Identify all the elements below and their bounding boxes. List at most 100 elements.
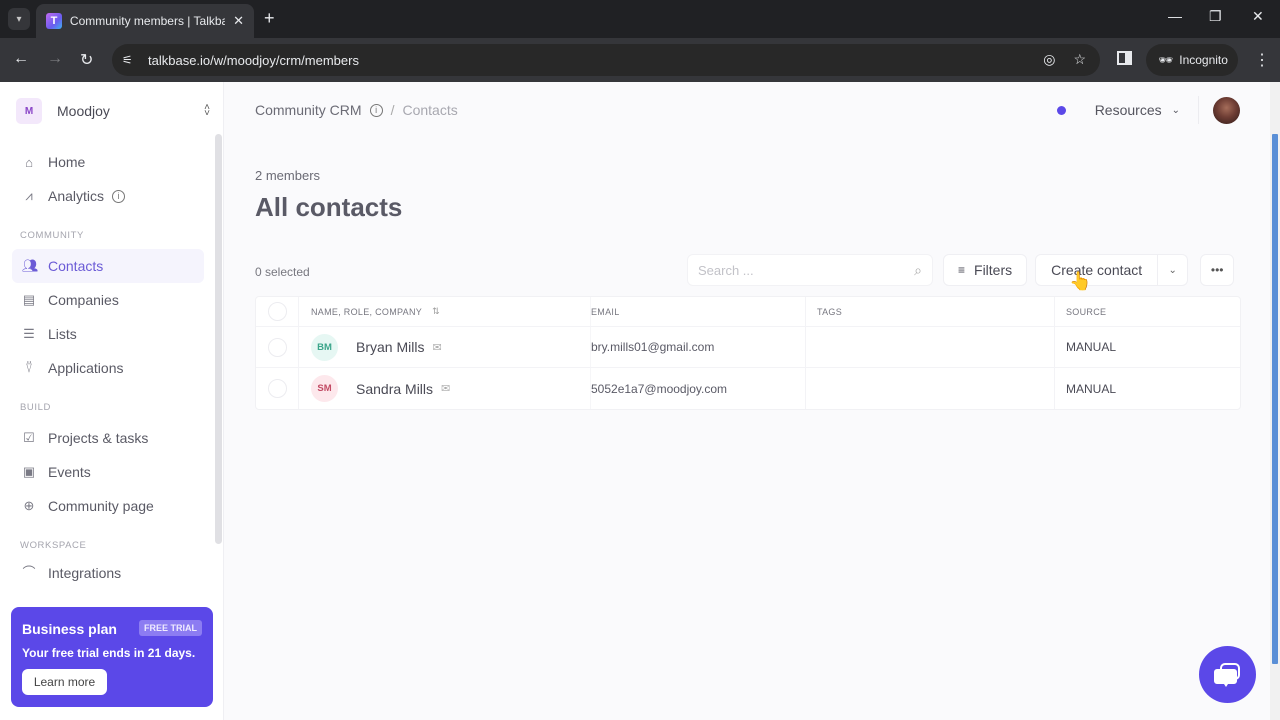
search-icon[interactable]: ⌕	[914, 262, 922, 279]
name-cell[interactable]: SM Sandra Mills ✉	[299, 368, 591, 409]
reload-icon[interactable]: ↻	[80, 50, 93, 70]
resources-menu[interactable]: Resources ⌄	[1095, 102, 1180, 118]
url-text[interactable]: talkbase.io/w/moodjoy/crm/members	[148, 53, 359, 68]
eye-off-icon[interactable]: ◎	[1043, 51, 1055, 68]
header-actions: Resources ⌄	[1056, 96, 1240, 124]
sidebar-item-applications[interactable]: ⍢ Applications	[12, 351, 204, 385]
email-cell[interactable]: bry.mills01@gmail.com	[591, 327, 806, 367]
row-select-cell	[256, 327, 299, 367]
chat-support-button[interactable]	[1199, 646, 1256, 703]
plan-text: Your free trial ends in 21 days.	[22, 646, 196, 660]
browser-tab-bar: ▾ T Community members | Talkbase ✕ + — ❐…	[0, 0, 1280, 38]
contact-source: MANUAL	[1066, 340, 1117, 354]
filters-label: Filters	[974, 262, 1013, 278]
sidebar-item-analytics[interactable]: ⩘ Analytics i	[12, 179, 204, 213]
page-title: All contacts	[255, 192, 403, 222]
info-icon[interactable]: i	[112, 189, 126, 203]
select-all-checkbox[interactable]	[267, 302, 287, 321]
browser-toolbar: ← → ↻ ⚟ talkbase.io/w/moodjoy/crm/member…	[0, 38, 1280, 82]
mail-icon[interactable]: ✉	[432, 341, 441, 354]
source-cell: MANUAL	[1055, 368, 1240, 409]
task-icon: ☑	[23, 430, 35, 445]
mail-icon[interactable]: ✉	[441, 382, 450, 395]
calendar-icon: ▣	[22, 464, 36, 479]
sidebar-item-label: Lists	[48, 326, 77, 342]
incognito-label: Incognito	[1179, 53, 1228, 67]
create-options-dropdown[interactable]: ⌄	[1158, 254, 1189, 286]
page-scrollbar-thumb[interactable]	[1272, 134, 1278, 664]
sidebar-item-events[interactable]: ▣ Events	[12, 455, 204, 489]
column-header-name[interactable]: NAME, ROLE, COMPANY ⇅	[299, 297, 591, 326]
column-label: EMAIL	[591, 306, 620, 317]
tab-list-button[interactable]: ▾	[8, 8, 30, 30]
home-icon: ⌂	[25, 154, 33, 170]
incognito-icon: 🕶	[1158, 53, 1174, 67]
site-info-icon[interactable]: ⚟	[122, 53, 146, 67]
search-box[interactable]: ⌕	[687, 254, 933, 286]
sidebar-nav: ⌂ Home ⩘ Analytics i COMMUNITY 👥︎ Contac…	[12, 145, 204, 581]
minimize-icon[interactable]: —	[1168, 8, 1182, 24]
app: M Moodjoy ˄ ˅ ⌂ Home ⩘ Analytics i COMMUN…	[0, 82, 1280, 720]
main-content: Community CRM i / Contacts Resources ⌄ 2…	[225, 82, 1270, 720]
column-header-email[interactable]: EMAIL	[591, 297, 806, 326]
resources-label: Resources	[1094, 102, 1162, 118]
browser-menu-icon[interactable]: ⋮	[1254, 50, 1270, 70]
contact-name[interactable]: Bryan Mills	[356, 339, 424, 355]
sidebar-item-projects[interactable]: ☑ Projects & tasks	[12, 421, 204, 455]
column-header-source[interactable]: SOURCE	[1055, 297, 1240, 326]
info-icon[interactable]: i	[369, 103, 383, 117]
sidebar-scrollbar[interactable]	[215, 134, 222, 544]
close-window-icon[interactable]: ✕	[1252, 8, 1264, 25]
sort-icon[interactable]: ⇅	[432, 306, 440, 317]
side-panel-icon[interactable]	[1117, 51, 1132, 65]
sidebar-item-contacts[interactable]: 👥︎ Contacts	[12, 249, 204, 283]
filter-icon: ≡	[958, 263, 966, 277]
forward-icon[interactable]: →	[47, 50, 63, 68]
incognito-indicator[interactable]: 🕶 Incognito	[1146, 44, 1238, 76]
user-plus-icon: ⍢	[25, 360, 33, 375]
sidebar-item-companies[interactable]: ▤ Companies	[12, 283, 204, 317]
learn-more-button[interactable]: Learn more	[22, 669, 107, 695]
divider	[1198, 96, 1199, 124]
row-checkbox[interactable]	[267, 337, 287, 357]
breadcrumb-root[interactable]: Community CRM	[255, 102, 362, 118]
talkbase-favicon-icon: T	[46, 13, 62, 29]
chart-icon: ⩘	[25, 188, 33, 203]
row-checkbox[interactable]	[267, 379, 287, 398]
bookmark-star-icon[interactable]: ☆	[1073, 51, 1086, 68]
sidebar-item-community-page[interactable]: ⊕ Community page	[12, 489, 204, 523]
contacts-table: NAME, ROLE, COMPANY ⇅ EMAIL TAGS SOURCE	[255, 296, 1241, 410]
sidebar-item-label: Applications	[48, 360, 124, 376]
contact-name[interactable]: Sandra Mills	[356, 381, 433, 397]
sidebar-item-integrations[interactable]: ⌒ Integrations	[12, 559, 204, 581]
tags-cell[interactable]	[806, 327, 1055, 367]
contact-avatar: SM	[311, 375, 338, 402]
table-row[interactable]: BM Bryan Mills ✉ bry.mills01@gmail.com M…	[256, 327, 1240, 368]
table-row[interactable]: SM Sandra Mills ✉ 5052e1a7@moodjoy.com M…	[256, 368, 1240, 409]
list-icon: ☰	[23, 326, 35, 341]
chevron-down-icon: ⌄	[1171, 104, 1180, 116]
address-bar[interactable]: ⚟ talkbase.io/w/moodjoy/crm/members ◎ ☆	[112, 44, 1100, 76]
tags-cell[interactable]	[806, 368, 1055, 409]
sidebar-item-home[interactable]: ⌂ Home	[12, 145, 204, 179]
more-options-button[interactable]: •••	[1200, 254, 1235, 286]
column-header-tags[interactable]: TAGS	[806, 297, 1055, 326]
restore-icon[interactable]: ❐	[1209, 8, 1222, 25]
globe-icon: ⊕	[23, 498, 35, 513]
browser-tab[interactable]: T Community members | Talkbase ✕	[36, 4, 254, 38]
new-tab-button[interactable]: +	[264, 8, 275, 29]
page-scrollbar[interactable]	[1270, 82, 1280, 720]
filters-button[interactable]: ≡ Filters	[943, 254, 1028, 286]
tab-close-icon[interactable]: ✕	[233, 13, 244, 29]
back-icon[interactable]: ←	[13, 50, 29, 68]
create-contact-button[interactable]: Create contact	[1035, 254, 1159, 286]
search-input[interactable]	[698, 262, 915, 278]
workspace-switcher[interactable]: M Moodjoy ˄ ˅	[16, 98, 210, 124]
email-cell[interactable]: 5052e1a7@moodjoy.com	[591, 368, 806, 409]
user-avatar[interactable]	[1213, 96, 1240, 124]
section-title-workspace: WORKSPACE	[20, 540, 87, 551]
name-cell[interactable]: BM Bryan Mills ✉	[299, 327, 591, 367]
select-all-cell	[256, 297, 299, 326]
sidebar-item-lists[interactable]: ☰ Lists	[12, 317, 204, 351]
workspace-avatar: M	[16, 98, 42, 124]
